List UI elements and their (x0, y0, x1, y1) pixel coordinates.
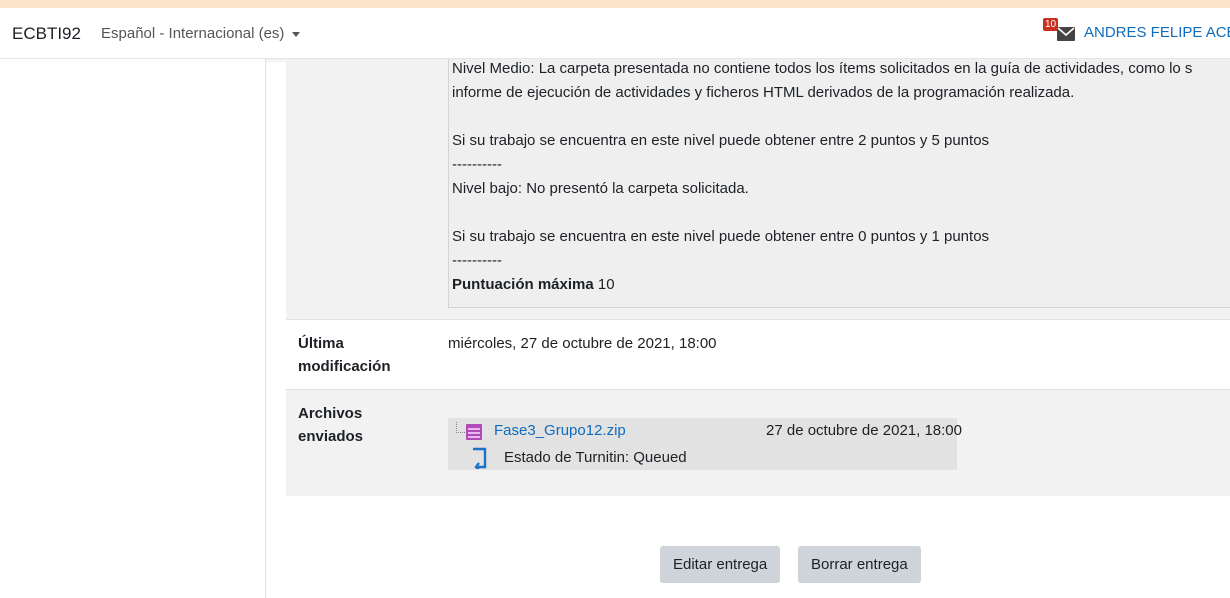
user-menu[interactable]: ANDRES FELIPE ACEVEDO (1084, 24, 1230, 41)
last-modified-value: miércoles, 27 de octubre de 2021, 18:00 (448, 335, 717, 352)
zip-file-icon (466, 424, 482, 440)
left-drawer (0, 59, 266, 598)
language-label: Español - Internacional (es) (101, 25, 285, 42)
rubric-separator: ---------- (452, 252, 502, 269)
message-count-badge: 10 (1043, 18, 1059, 31)
rubric-line: Nivel Medio: La carpeta presentada no co… (452, 60, 1193, 77)
submitted-files-label: enviados (298, 428, 364, 445)
last-modified-label: Última (298, 335, 344, 352)
submitted-files-label: Archivos (298, 405, 363, 422)
delete-submission-button[interactable]: Borrar entrega (798, 546, 921, 583)
chevron-down-icon (292, 31, 301, 37)
envelope-icon (1057, 27, 1075, 41)
max-score: Puntuación máxima 10 (452, 273, 615, 297)
language-menu[interactable]: Español - Internacional (es) (101, 25, 301, 42)
rubric-line: Nivel bajo: No presentó la carpeta solic… (452, 180, 749, 197)
rubric-line: informe de ejecución de actividades y fi… (452, 84, 1075, 101)
rubric-line: Si su trabajo se encuentra en este nivel… (452, 228, 990, 245)
last-modified-row: Última modificación miércoles, 27 de oct… (286, 320, 1230, 390)
last-modified-label: modificación (298, 358, 391, 375)
top-navbar: ECBTI92 Español - Internacional (es) 10 … (0, 8, 1230, 59)
rubric-row: Nivel Medio: La carpeta presentada no co… (286, 59, 1230, 320)
turnitin-status: Estado de Turnitin: Queued (504, 449, 687, 466)
site-brand[interactable]: ECBTI92 (12, 24, 81, 44)
turnitin-icon[interactable] (470, 447, 488, 469)
file-date: 27 de octubre de 2021, 18:00 (766, 422, 962, 439)
max-score-value: 10 (597, 276, 615, 293)
rubric-line: Si su trabajo se encuentra en este nivel… (452, 132, 990, 149)
messages-button[interactable]: 10 (1043, 18, 1075, 46)
rubric-separator: ---------- (452, 156, 502, 173)
file-link[interactable]: Fase3_Grupo12.zip (494, 422, 626, 439)
file-entry: Fase3_Grupo12.zip 27 de octubre de 2021,… (448, 418, 962, 470)
edit-submission-button[interactable]: Editar entrega (660, 546, 781, 583)
submitted-files-row: Archivos enviados Fase3_Grupo12.zip 27 d… (286, 390, 1230, 496)
max-score-label: Puntuación máxima (452, 276, 594, 293)
